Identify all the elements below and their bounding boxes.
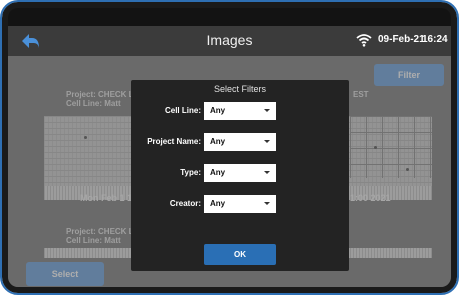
type-value: Any [210,168,226,177]
project-name-label: Project Name: [147,137,201,146]
wifi-icon [356,34,372,47]
creator-select[interactable]: Any [204,195,276,213]
dialog-title: Select Filters [213,84,266,94]
app-header: Images 09-Feb-21 16:24 [8,26,451,56]
chevron-down-icon [264,109,270,112]
cell-line-label: Cell Line: [164,106,201,115]
project-name-select[interactable]: Any [204,133,276,151]
top-status-strip [8,8,451,26]
select-filters-dialog: Select Filters Cell Line: Any Project Na… [131,80,349,271]
cell-line-value: Any [210,106,226,115]
chevron-down-icon [264,202,270,205]
status-time: 16:24 [422,34,448,45]
type-select[interactable]: Any [204,164,276,182]
project-name-value: Any [210,137,226,146]
creator-value: Any [210,199,226,208]
chevron-down-icon [264,171,270,174]
device-screen: Images 09-Feb-21 16:24 Filter Project: C… [2,2,457,293]
creator-label: Creator: [169,199,201,208]
status-date: 09-Feb-21 [378,34,425,45]
chevron-down-icon [264,140,270,143]
cell-line-select[interactable]: Any [204,102,276,120]
ok-button[interactable]: OK [204,244,276,265]
type-label: Type: [180,168,201,177]
